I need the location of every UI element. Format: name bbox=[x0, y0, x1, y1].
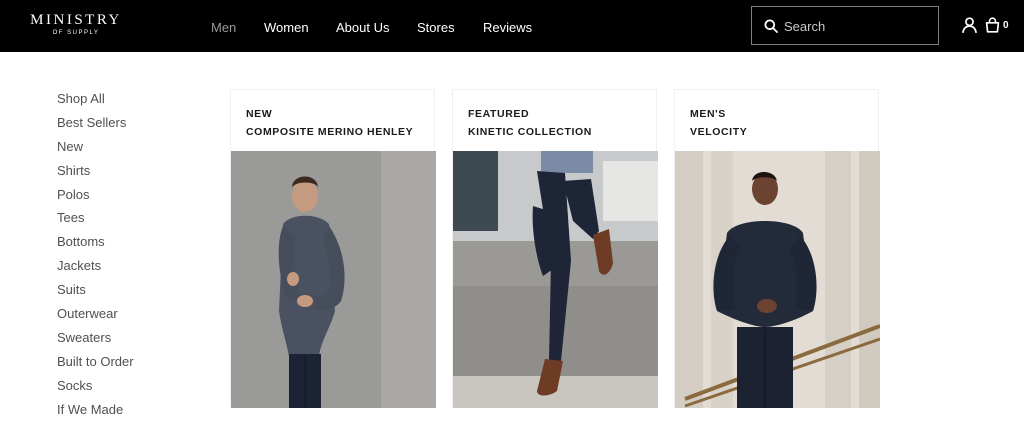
logo-tagline: OF SUPPLY bbox=[52, 30, 100, 36]
sidebar-item-new[interactable]: New bbox=[57, 137, 177, 161]
product-photo-velocity bbox=[675, 151, 880, 408]
cart-count: 0 bbox=[1003, 20, 1009, 31]
nav-women[interactable]: Women bbox=[264, 19, 309, 37]
sidebar-item-outerwear[interactable]: Outerwear bbox=[57, 304, 177, 328]
sidebar-item-sweaters[interactable]: Sweaters bbox=[57, 328, 177, 352]
promo-card-velocity[interactable]: MEN'S VELOCITY bbox=[674, 89, 880, 408]
sidebar-item-socks[interactable]: Socks bbox=[57, 376, 177, 400]
sidebar-item-built-to-order[interactable]: Built to Order bbox=[57, 352, 177, 376]
nav-reviews[interactable]: Reviews bbox=[483, 19, 532, 37]
product-photo-henley bbox=[231, 151, 436, 408]
search-icon bbox=[764, 19, 778, 33]
user-icon[interactable] bbox=[962, 17, 977, 38]
card-tag: MEN'S bbox=[690, 108, 726, 120]
card-title: COMPOSITE MERINO HENLEY bbox=[246, 126, 414, 138]
sidebar-item-if-we-made[interactable]: If We Made bbox=[57, 400, 177, 424]
card-title: VELOCITY bbox=[690, 126, 748, 138]
card-tag: FEATURED bbox=[468, 108, 530, 120]
sidebar-item-polos[interactable]: Polos bbox=[57, 185, 177, 209]
sidebar-item-suits[interactable]: Suits bbox=[57, 280, 177, 304]
nav-men[interactable]: Men bbox=[211, 19, 236, 37]
top-nav-bar: MINISTRY OF SUPPLY Men Women About Us St… bbox=[0, 0, 1024, 52]
logo-wordmark: MINISTRY bbox=[30, 12, 122, 28]
card-title: KINETIC COLLECTION bbox=[468, 126, 592, 138]
search-input[interactable] bbox=[784, 16, 932, 36]
sidebar-item-best-sellers[interactable]: Best Sellers bbox=[57, 113, 177, 137]
nav-about-us[interactable]: About Us bbox=[336, 19, 389, 37]
sidebar-item-shirts[interactable]: Shirts bbox=[57, 161, 177, 185]
sidebar-item-tees[interactable]: Tees bbox=[57, 208, 177, 232]
card-heading: NEW COMPOSITE MERINO HENLEY bbox=[246, 105, 426, 141]
promo-card-henley[interactable]: NEW COMPOSITE MERINO HENLEY bbox=[230, 89, 436, 408]
sidebar-item-bottoms[interactable]: Bottoms bbox=[57, 232, 177, 256]
card-heading: MEN'S VELOCITY bbox=[690, 105, 870, 141]
bag-icon[interactable] bbox=[985, 17, 1000, 38]
sidebar-item-shop-all[interactable]: Shop All bbox=[57, 89, 177, 113]
card-heading: FEATURED KINETIC COLLECTION bbox=[468, 105, 648, 141]
nav-stores[interactable]: Stores bbox=[417, 19, 455, 37]
search-box[interactable] bbox=[751, 6, 939, 45]
card-tag: NEW bbox=[246, 108, 273, 120]
category-sidebar: Shop All Best Sellers New Shirts Polos T… bbox=[57, 89, 177, 423]
promo-card-kinetic[interactable]: FEATURED KINETIC COLLECTION bbox=[452, 89, 658, 408]
sidebar-item-jackets[interactable]: Jackets bbox=[57, 256, 177, 280]
product-photo-kinetic bbox=[453, 151, 658, 408]
brand-logo[interactable]: MINISTRY OF SUPPLY bbox=[30, 12, 122, 38]
